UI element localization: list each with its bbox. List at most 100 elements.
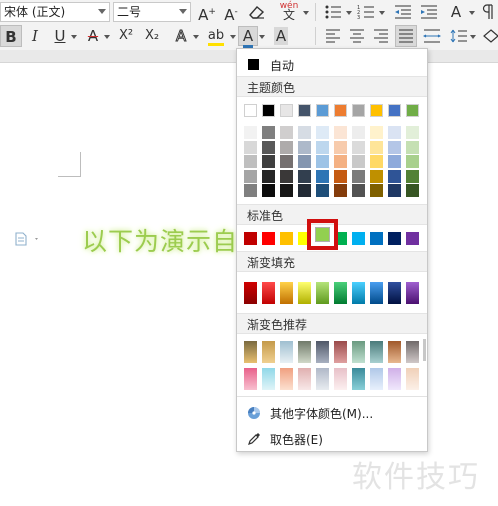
theme-shade-swatch[interactable] <box>352 155 365 168</box>
shape-button[interactable] <box>480 25 498 47</box>
theme-color-swatch[interactable] <box>352 104 365 117</box>
chevron-down-icon[interactable] <box>469 11 475 15</box>
gradient-recommend-swatch[interactable] <box>352 341 365 363</box>
gradient-recommend-swatch[interactable] <box>406 368 419 390</box>
strikethrough-button[interactable]: A <box>82 25 104 47</box>
document-body-text[interactable]: 以下为演示自 <box>82 222 238 258</box>
gradient-fill-swatch[interactable] <box>262 282 275 304</box>
gradient-recommend-swatch[interactable] <box>298 368 311 390</box>
theme-shade-swatch[interactable] <box>316 126 329 139</box>
chevron-down-icon[interactable] <box>303 11 309 15</box>
pinyin-guide-button[interactable]: wén 文 <box>276 2 302 24</box>
theme-shade-swatch[interactable] <box>262 155 275 168</box>
theme-shade-swatch[interactable] <box>406 184 419 197</box>
gradient-recommend-swatch[interactable] <box>352 368 365 390</box>
gradient-fill-swatch[interactable] <box>298 282 311 304</box>
theme-color-swatch[interactable] <box>244 104 257 117</box>
font-size-select[interactable]: 二号 <box>113 2 191 22</box>
theme-shade-swatch[interactable] <box>370 126 383 139</box>
bold-button[interactable]: B <box>0 25 22 47</box>
theme-shade-swatch[interactable] <box>406 140 419 154</box>
theme-color-swatch[interactable] <box>262 104 275 117</box>
theme-shade-swatch[interactable] <box>388 169 401 183</box>
align-left-button[interactable] <box>322 25 344 47</box>
highlight-button[interactable]: ab <box>203 25 229 47</box>
theme-shade-swatch[interactable] <box>262 184 275 197</box>
italic-button[interactable]: I <box>24 25 46 47</box>
theme-shade-swatch[interactable] <box>298 184 311 197</box>
theme-shade-swatch[interactable] <box>388 155 401 168</box>
gradient-recommend-swatch[interactable] <box>280 341 293 363</box>
theme-shade-swatch[interactable] <box>280 169 293 183</box>
gradient-fill-swatch[interactable] <box>388 282 401 304</box>
increase-font-size-button[interactable]: A+ <box>196 1 218 24</box>
theme-shade-swatch[interactable] <box>244 169 257 183</box>
theme-shade-swatch[interactable] <box>244 155 257 168</box>
theme-shade-swatch[interactable] <box>406 169 419 183</box>
gradient-recommend-swatch[interactable] <box>388 368 401 390</box>
chevron-down-icon[interactable] <box>230 35 236 39</box>
theme-shade-swatch[interactable] <box>280 155 293 168</box>
gradient-recommend-swatch[interactable] <box>406 341 419 363</box>
justify-button[interactable] <box>395 25 417 47</box>
char-shading-button[interactable]: A <box>270 25 292 47</box>
theme-shade-swatch[interactable] <box>352 140 365 154</box>
theme-shade-swatch[interactable] <box>262 169 275 183</box>
bullet-list-button[interactable] <box>322 1 344 23</box>
theme-shade-swatch[interactable] <box>334 140 347 154</box>
align-right-button[interactable] <box>370 25 392 47</box>
gradient-recommend-swatch[interactable] <box>262 341 275 363</box>
selected-color-swatch[interactable] <box>315 227 330 242</box>
gradient-recommend-swatch[interactable] <box>370 341 383 363</box>
gradient-recommend-swatch[interactable] <box>388 341 401 363</box>
line-spacing-button[interactable] <box>448 25 470 47</box>
chevron-down-icon[interactable] <box>259 35 265 39</box>
standard-color-swatch[interactable] <box>406 232 419 245</box>
align-center-button[interactable] <box>346 25 368 47</box>
gradient-recommend-swatch[interactable] <box>334 368 347 390</box>
gradient-recommend-swatch[interactable] <box>334 341 347 363</box>
theme-shade-swatch[interactable] <box>298 169 311 183</box>
theme-shade-swatch[interactable] <box>352 184 365 197</box>
theme-shade-swatch[interactable] <box>334 155 347 168</box>
theme-color-swatch[interactable] <box>334 104 347 117</box>
theme-shade-swatch[interactable] <box>352 126 365 139</box>
gradient-fill-swatch[interactable] <box>334 282 347 304</box>
gradient-fill-swatch[interactable] <box>406 282 419 304</box>
chevron-down-icon[interactable] <box>379 11 385 15</box>
automatic-color-option[interactable]: 自动 <box>237 53 427 75</box>
theme-shade-swatch[interactable] <box>316 169 329 183</box>
distributed-align-button[interactable] <box>421 25 443 47</box>
theme-shade-swatch[interactable] <box>244 126 257 139</box>
increase-indent-button[interactable] <box>418 1 440 23</box>
gradient-scrollbar[interactable] <box>423 339 426 361</box>
chevron-down-icon[interactable] <box>71 35 77 39</box>
decrease-font-size-button[interactable]: A- <box>220 1 242 24</box>
underline-button[interactable]: U <box>49 25 71 47</box>
theme-color-swatch[interactable] <box>406 104 419 117</box>
standard-color-swatch[interactable] <box>262 232 275 245</box>
gradient-recommend-swatch[interactable] <box>316 341 329 363</box>
gradient-recommend-swatch[interactable] <box>262 368 275 390</box>
theme-shade-swatch[interactable] <box>316 140 329 154</box>
paragraph-handle[interactable] <box>14 232 42 249</box>
standard-color-swatch[interactable] <box>352 232 365 245</box>
theme-shade-swatch[interactable] <box>352 169 365 183</box>
theme-shade-swatch[interactable] <box>370 140 383 154</box>
theme-shade-swatch[interactable] <box>316 155 329 168</box>
superscript-button[interactable]: X² <box>115 25 137 47</box>
theme-shade-swatch[interactable] <box>298 155 311 168</box>
decrease-indent-button[interactable] <box>392 1 414 23</box>
font-color-button[interactable]: A <box>238 26 258 48</box>
theme-shade-swatch[interactable] <box>316 184 329 197</box>
gradient-fill-swatch[interactable] <box>316 282 329 304</box>
gradient-fill-swatch[interactable] <box>370 282 383 304</box>
gradient-recommend-swatch[interactable] <box>244 368 257 390</box>
theme-color-swatch[interactable] <box>370 104 383 117</box>
chinese-layout-button[interactable]: A <box>445 1 467 23</box>
theme-shade-swatch[interactable] <box>334 126 347 139</box>
theme-color-swatch[interactable] <box>388 104 401 117</box>
gradient-recommend-swatch[interactable] <box>244 341 257 363</box>
theme-shade-swatch[interactable] <box>388 126 401 139</box>
theme-color-swatch[interactable] <box>316 104 329 117</box>
